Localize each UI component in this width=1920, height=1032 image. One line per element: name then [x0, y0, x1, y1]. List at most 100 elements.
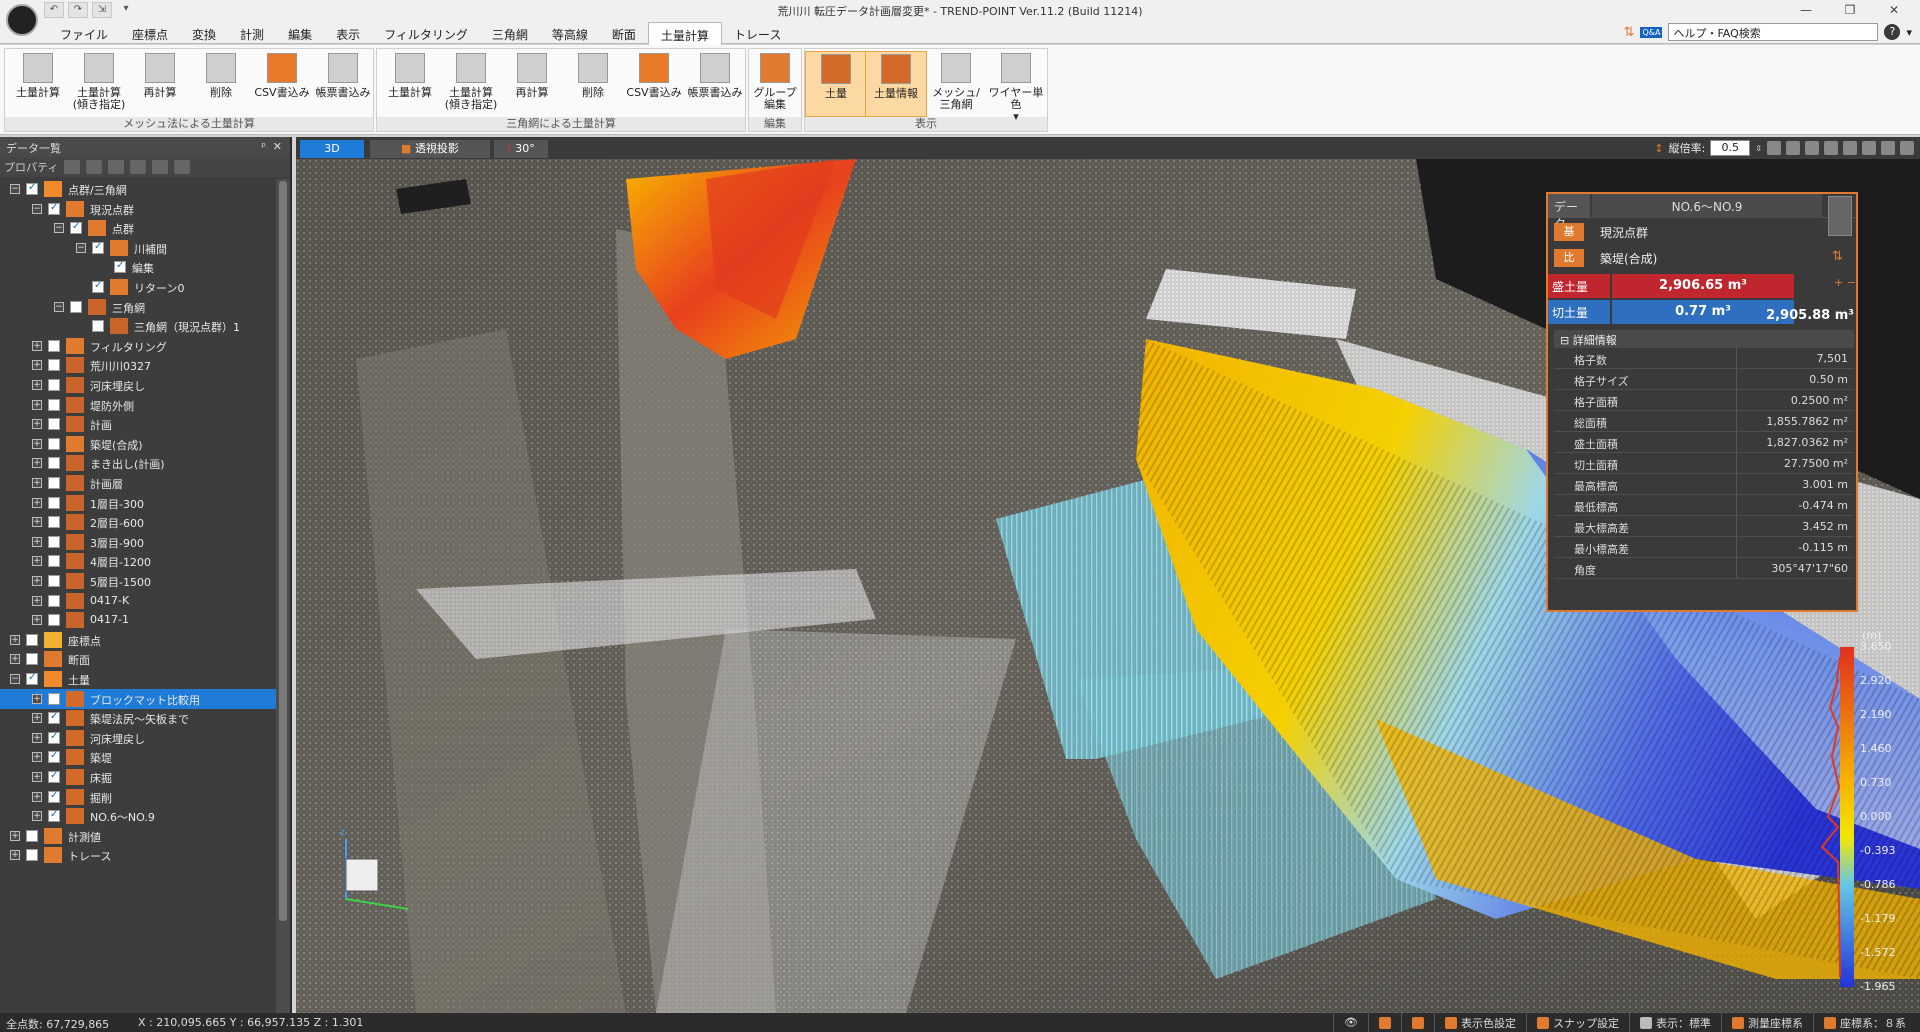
visibility-checkbox[interactable]	[48, 516, 60, 529]
visibility-checkbox[interactable]	[48, 575, 60, 587]
expand-icon[interactable]: + −	[1834, 276, 1856, 289]
visibility-checkbox[interactable]	[48, 770, 60, 783]
tri-buttons-button-0[interactable]: 土量計算	[379, 51, 441, 117]
expand-icon[interactable]: +	[32, 517, 42, 528]
visibility-checkbox[interactable]	[48, 379, 60, 391]
expand-icon[interactable]: +	[10, 634, 20, 645]
expand-icon[interactable]: +	[32, 380, 42, 390]
mesh-buttons-button-5[interactable]: 帳票書込み	[312, 51, 374, 117]
expand-icon[interactable]: +	[32, 595, 42, 606]
visibility-checkbox[interactable]	[26, 182, 38, 195]
visibility-checkbox[interactable]	[26, 672, 38, 685]
settings-icon[interactable]	[1900, 141, 1914, 155]
view-buttons-button-3[interactable]: ワイヤー単色 ▾	[985, 51, 1047, 123]
swap-icon[interactable]: ⇅	[1832, 249, 1843, 264]
tree-node[interactable]: + 荒川川0327	[0, 355, 276, 375]
tree-node[interactable]: +5層目-1500	[0, 571, 276, 591]
app-logo-icon[interactable]	[6, 4, 38, 36]
survey-coord-button[interactable]: 測量座標系	[1721, 1013, 1813, 1032]
visibility-checkbox[interactable]	[48, 535, 60, 548]
expand-icon[interactable]: +	[10, 850, 20, 861]
visibility-checkbox[interactable]	[48, 496, 60, 509]
tree-node[interactable]: + 河床埋戻し	[0, 728, 276, 748]
expand-icon[interactable]: +	[10, 830, 20, 841]
tree-node[interactable]: + 計画	[0, 414, 276, 434]
visibility-checkbox[interactable]	[114, 260, 126, 274]
front-view-icon[interactable]	[1786, 141, 1800, 155]
list-icon[interactable]	[174, 160, 191, 174]
tree-scrollbar[interactable]	[276, 179, 290, 1013]
tree-node[interactable]: 編集	[0, 257, 276, 277]
properties-button[interactable]: プロパティ	[4, 159, 58, 175]
merge-icon[interactable]	[130, 160, 147, 174]
view-buttons-button-1[interactable]: 土量情報	[865, 51, 927, 117]
display-color-button[interactable]: 表示色設定	[1434, 1013, 1526, 1032]
visibility-checkbox[interactable]	[92, 320, 104, 333]
expand-icon[interactable]: +	[32, 419, 42, 430]
tree-node[interactable]: + 計測値	[0, 826, 276, 846]
visibility-checkbox[interactable]	[48, 477, 60, 489]
tree-node[interactable]: + 河床埋戻し	[0, 375, 276, 395]
display-mode-button[interactable]: 表示：標準	[1629, 1013, 1721, 1032]
tri-buttons-button-4[interactable]: CSV書込み	[623, 51, 685, 117]
tree-node[interactable]: +4層目-1200	[0, 551, 276, 571]
tree-node[interactable]: +0417-K	[0, 591, 276, 611]
view-3d-tab[interactable]: 3D	[300, 140, 364, 158]
tree-node[interactable]: − 川補間	[0, 238, 276, 258]
visibility-checkbox[interactable]	[48, 202, 60, 215]
tri-buttons-button-3[interactable]: 削除	[562, 51, 624, 117]
tree-node[interactable]: + 床掘	[0, 767, 276, 787]
help-search-input[interactable]: ヘルプ・FAQ検索	[1668, 23, 1879, 41]
close-icon[interactable]: ✕	[273, 140, 282, 153]
light-icon[interactable]	[1881, 141, 1895, 155]
collapse-icon[interactable]: −	[76, 242, 86, 253]
tree-node[interactable]: +0417-1	[0, 610, 276, 630]
globe-icon[interactable]	[1368, 1013, 1401, 1032]
visibility-checkbox[interactable]	[48, 614, 60, 627]
tree-node[interactable]: − 現況点群	[0, 199, 276, 219]
visibility-checkbox[interactable]	[48, 418, 60, 431]
tree-node[interactable]: + フィルタリング	[0, 336, 276, 356]
vertical-scale-input[interactable]: 0.5	[1710, 140, 1751, 156]
visibility-checkbox[interactable]	[48, 555, 60, 568]
tree-node[interactable]: +2層目-600	[0, 512, 276, 532]
visibility-checkbox[interactable]	[48, 339, 60, 352]
mesh-buttons-button-3[interactable]: 削除	[190, 51, 252, 117]
side-view-icon[interactable]	[1805, 141, 1819, 155]
tri-buttons-button-2[interactable]: 再計算	[501, 51, 563, 117]
top-view-icon[interactable]	[1824, 141, 1838, 155]
tri-buttons-button-5[interactable]: 帳票書込み	[684, 51, 746, 117]
projection-tab[interactable]: ■ 透視投影	[370, 140, 490, 158]
tree-node[interactable]: + ブロックマット比較用	[0, 688, 276, 709]
visibility-checkbox[interactable]	[70, 300, 82, 313]
visibility-checkbox[interactable]	[48, 594, 60, 607]
bottom-view-icon[interactable]	[1862, 141, 1876, 155]
tree-node[interactable]: + トレース	[0, 845, 276, 865]
expand-icon[interactable]: +	[32, 399, 42, 410]
view-buttons-button-2[interactable]: メッシュ/ 三角網	[925, 51, 987, 117]
visibility-checkbox[interactable]	[92, 241, 104, 254]
visibility-checkbox[interactable]	[48, 731, 60, 744]
expand-icon[interactable]: +	[32, 811, 42, 822]
visibility-checkbox[interactable]	[48, 692, 60, 705]
eye-icon[interactable]: 👁	[1333, 1013, 1368, 1032]
expand-icon[interactable]: +	[32, 693, 42, 704]
restore-button[interactable]: ❐	[1828, 0, 1872, 20]
mesh-buttons-button-0[interactable]: 土量計算	[7, 51, 69, 117]
tree-node[interactable]: + 築堤(合成)	[0, 434, 276, 454]
spin-icon[interactable]: ⇳	[1755, 144, 1762, 153]
expand-icon[interactable]: +	[32, 615, 42, 626]
view-buttons-button-0[interactable]: 土量	[805, 51, 867, 117]
visibility-checkbox[interactable]	[48, 750, 60, 764]
visibility-checkbox[interactable]	[48, 457, 60, 470]
visibility-checkbox[interactable]	[92, 280, 104, 293]
angle-tab[interactable]: ! 30°	[494, 140, 548, 158]
close-button[interactable]: ✕	[1872, 0, 1916, 20]
expand-icon[interactable]: +	[32, 576, 42, 586]
tree-node[interactable]: + NO.6～NO.9	[0, 806, 276, 826]
expand-icon[interactable]: +	[32, 791, 42, 802]
mesh-buttons-button-1[interactable]: 土量計算 (傾き指定)	[68, 51, 130, 117]
expand-icon[interactable]: +	[32, 536, 42, 547]
layer-icon[interactable]	[64, 160, 81, 174]
visibility-checkbox[interactable]	[48, 711, 60, 725]
